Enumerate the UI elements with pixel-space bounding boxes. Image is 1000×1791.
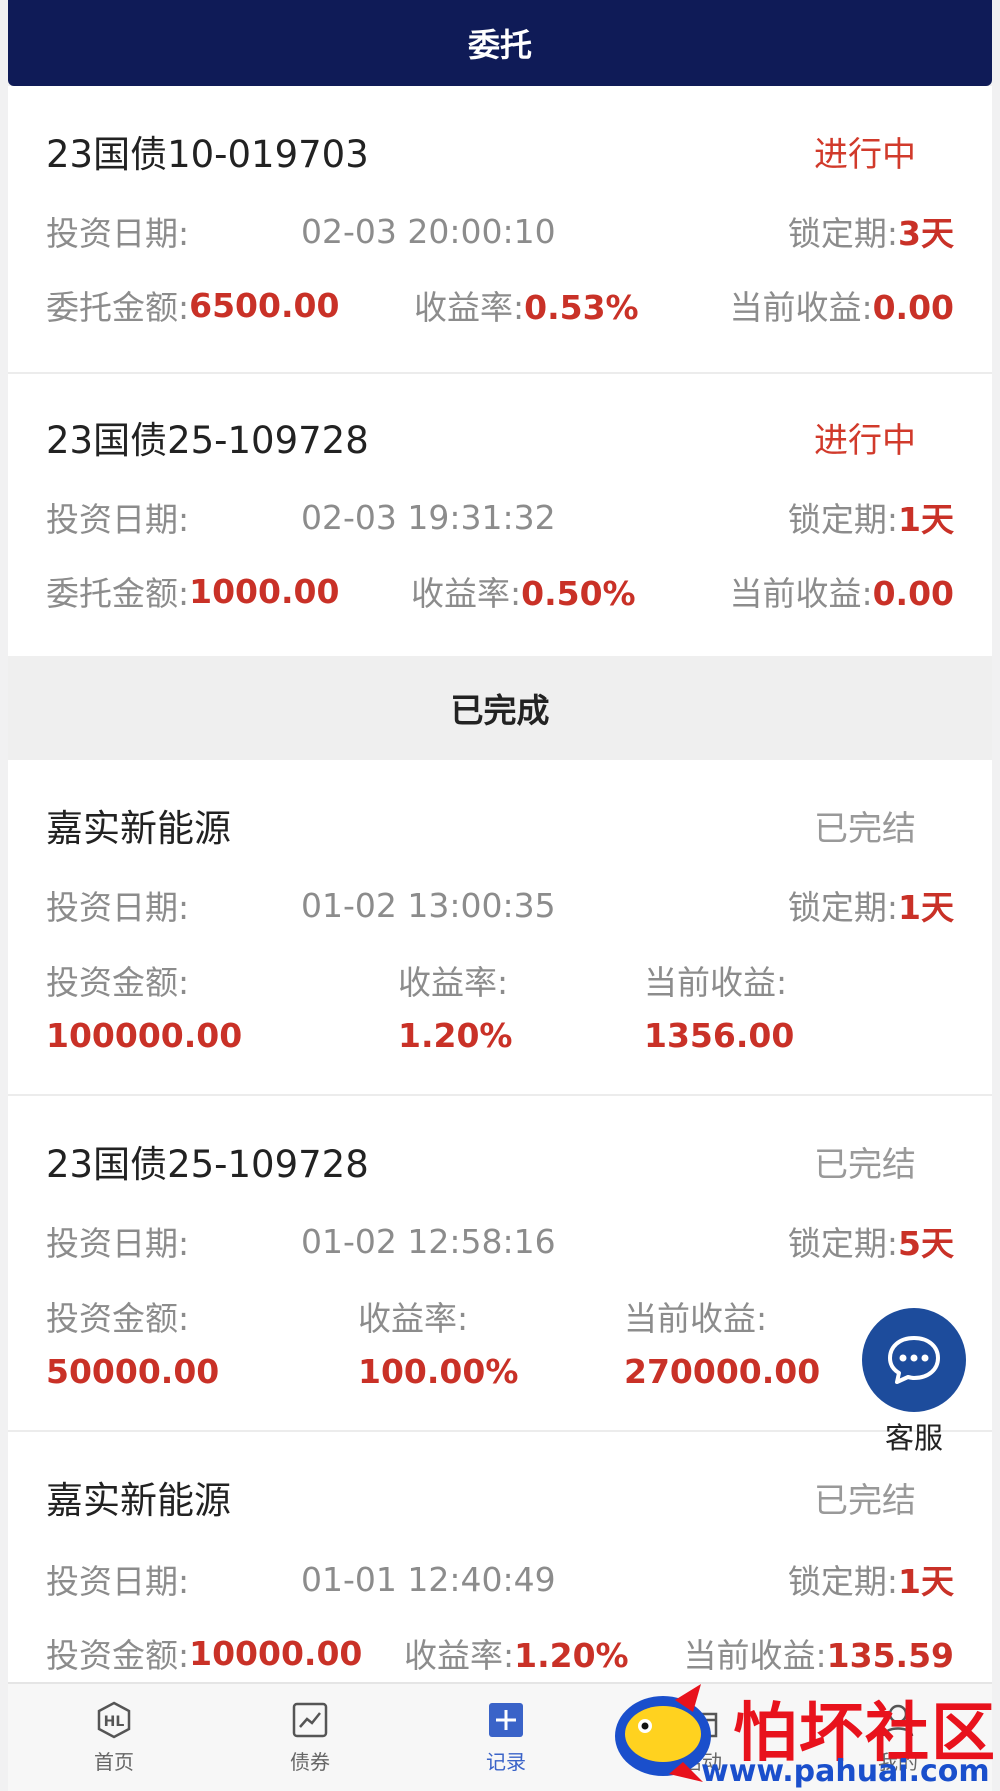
tab-home[interactable]: HL 首页	[54, 1700, 174, 1775]
lock-value: 1天	[898, 888, 954, 927]
lock-value: 5天	[898, 1224, 954, 1263]
rate-block: 收益率: 100.00%	[358, 1292, 518, 1391]
order-card[interactable]: 23国债25-109728 已完结 投资日期: 01-02 12:58:16 锁…	[8, 1096, 992, 1430]
tab-label: 债券	[290, 1750, 330, 1774]
rate-label: 收益率:	[358, 1299, 469, 1338]
amount-value: 100000.00	[46, 1016, 243, 1055]
status-badge: 进行中	[814, 420, 916, 461]
order-name: 23国债10-019703	[46, 133, 369, 176]
tab-label: 记录	[486, 1750, 526, 1774]
lock-label: 锁定期:	[787, 500, 899, 539]
home-logo-icon: HL	[97, 1701, 131, 1739]
tab-records[interactable]: 记录	[446, 1700, 566, 1775]
rate-value: 1.20%	[514, 1636, 629, 1675]
rate-value: 0.53%	[524, 288, 639, 327]
profit-value: 1356.00	[644, 1016, 795, 1055]
chat-icon	[888, 1336, 940, 1384]
order-name: 嘉实新能源	[46, 807, 231, 850]
tab-label: 首页	[94, 1750, 134, 1774]
rate-label: 收益率:	[414, 288, 525, 327]
lock-value: 1天	[898, 500, 954, 539]
watermark-url: www.pahuai.com	[701, 1754, 990, 1789]
amount-value: 50000.00	[46, 1352, 220, 1391]
rate-value: 1.20%	[398, 1016, 513, 1055]
order-card[interactable]: 嘉实新能源 已完结 投资日期: 01-02 13:00:35 锁定期:1天 投资…	[8, 760, 992, 1094]
profit-value: 0.00	[872, 574, 954, 613]
lock-label: 锁定期:	[787, 1224, 899, 1263]
date-label: 投资日期:	[46, 1562, 190, 1601]
amount-block: 投资金额: 50000.00	[46, 1292, 219, 1391]
rate-label: 收益率:	[398, 963, 509, 1002]
rate-label: 收益率:	[411, 574, 522, 613]
status-badge: 已完结	[814, 1144, 916, 1185]
amount-block: 投资金额: 100000.00	[46, 956, 242, 1055]
date-value: 02-03 20:00:10	[301, 211, 556, 251]
rate-block: 收益率: 1.20%	[398, 956, 513, 1055]
profit-label: 当前收益:	[729, 288, 873, 327]
profit-value: 0.00	[872, 288, 954, 327]
amount-label: 投资金额:	[46, 963, 190, 1002]
rate-value: 100.00%	[358, 1352, 519, 1391]
section-header-completed: 已完成	[8, 656, 992, 760]
status-badge: 已完结	[814, 1480, 916, 1521]
profit-value: 270000.00	[624, 1352, 821, 1391]
rate-label: 收益率:	[404, 1636, 515, 1675]
amount-label: 委托金额:	[46, 288, 190, 327]
amount-value: 10000.00	[189, 1633, 363, 1673]
customer-service-button[interactable]	[862, 1308, 966, 1412]
profit-label: 当前收益:	[644, 963, 788, 1002]
profit-block: 当前收益: 270000.00	[624, 1292, 820, 1391]
order-name: 23国债25-109728	[46, 1143, 369, 1186]
customer-service-label: 客服	[884, 1421, 943, 1455]
date-label: 投资日期:	[46, 214, 190, 253]
profit-block: 当前收益: 1356.00	[644, 956, 794, 1055]
plus-icon	[489, 1703, 523, 1737]
lock-label: 锁定期:	[787, 1562, 899, 1601]
order-card[interactable]: 23国债25-109728 进行中 投资日期: 02-03 19:31:32 锁…	[8, 374, 992, 656]
page-header: 委托	[8, 0, 992, 86]
profit-label: 当前收益:	[729, 574, 873, 613]
amount-label: 投资金额:	[46, 1636, 190, 1675]
watermark: 怕坏社区 www.pahuai.com	[605, 1678, 1000, 1789]
status-badge: 进行中	[814, 134, 916, 175]
profit-label: 当前收益:	[624, 1299, 768, 1338]
amount-label: 投资金额:	[46, 1299, 190, 1338]
date-value: 01-02 13:00:35	[301, 885, 556, 925]
order-name: 嘉实新能源	[46, 1479, 231, 1522]
amount-value: 6500.00	[189, 285, 340, 325]
chart-icon	[292, 1702, 328, 1738]
status-badge: 已完结	[814, 808, 916, 849]
rate-value: 0.50%	[521, 574, 636, 613]
lock-value: 3天	[898, 214, 954, 253]
date-value: 02-03 19:31:32	[301, 497, 556, 537]
profit-label: 当前收益:	[683, 1636, 827, 1675]
lock-label: 锁定期:	[787, 888, 899, 927]
date-label: 投资日期:	[46, 888, 190, 927]
order-name: 23国债25-109728	[46, 419, 369, 462]
profit-value: 135.59	[826, 1636, 954, 1675]
section-title: 已完成	[450, 691, 550, 730]
date-value: 01-01 12:40:49	[301, 1559, 556, 1599]
page-title: 委托	[467, 26, 532, 64]
lock-value: 1天	[898, 1562, 954, 1601]
date-value: 01-02 12:58:16	[301, 1221, 556, 1261]
date-label: 投资日期:	[46, 500, 190, 539]
tab-bonds[interactable]: 债券	[250, 1700, 370, 1775]
amount-value: 1000.00	[189, 571, 340, 611]
order-card[interactable]: 23国债10-019703 进行中 投资日期: 02-03 20:00:10 锁…	[8, 86, 992, 372]
date-label: 投资日期:	[46, 1224, 190, 1263]
order-card[interactable]: 嘉实新能源 已完结 投资日期: 01-01 12:40:49 锁定期:1天 投资…	[8, 1432, 992, 1682]
svg-text:HL: HL	[104, 1714, 125, 1730]
lock-label: 锁定期:	[787, 214, 899, 253]
amount-label: 委托金额:	[46, 574, 190, 613]
